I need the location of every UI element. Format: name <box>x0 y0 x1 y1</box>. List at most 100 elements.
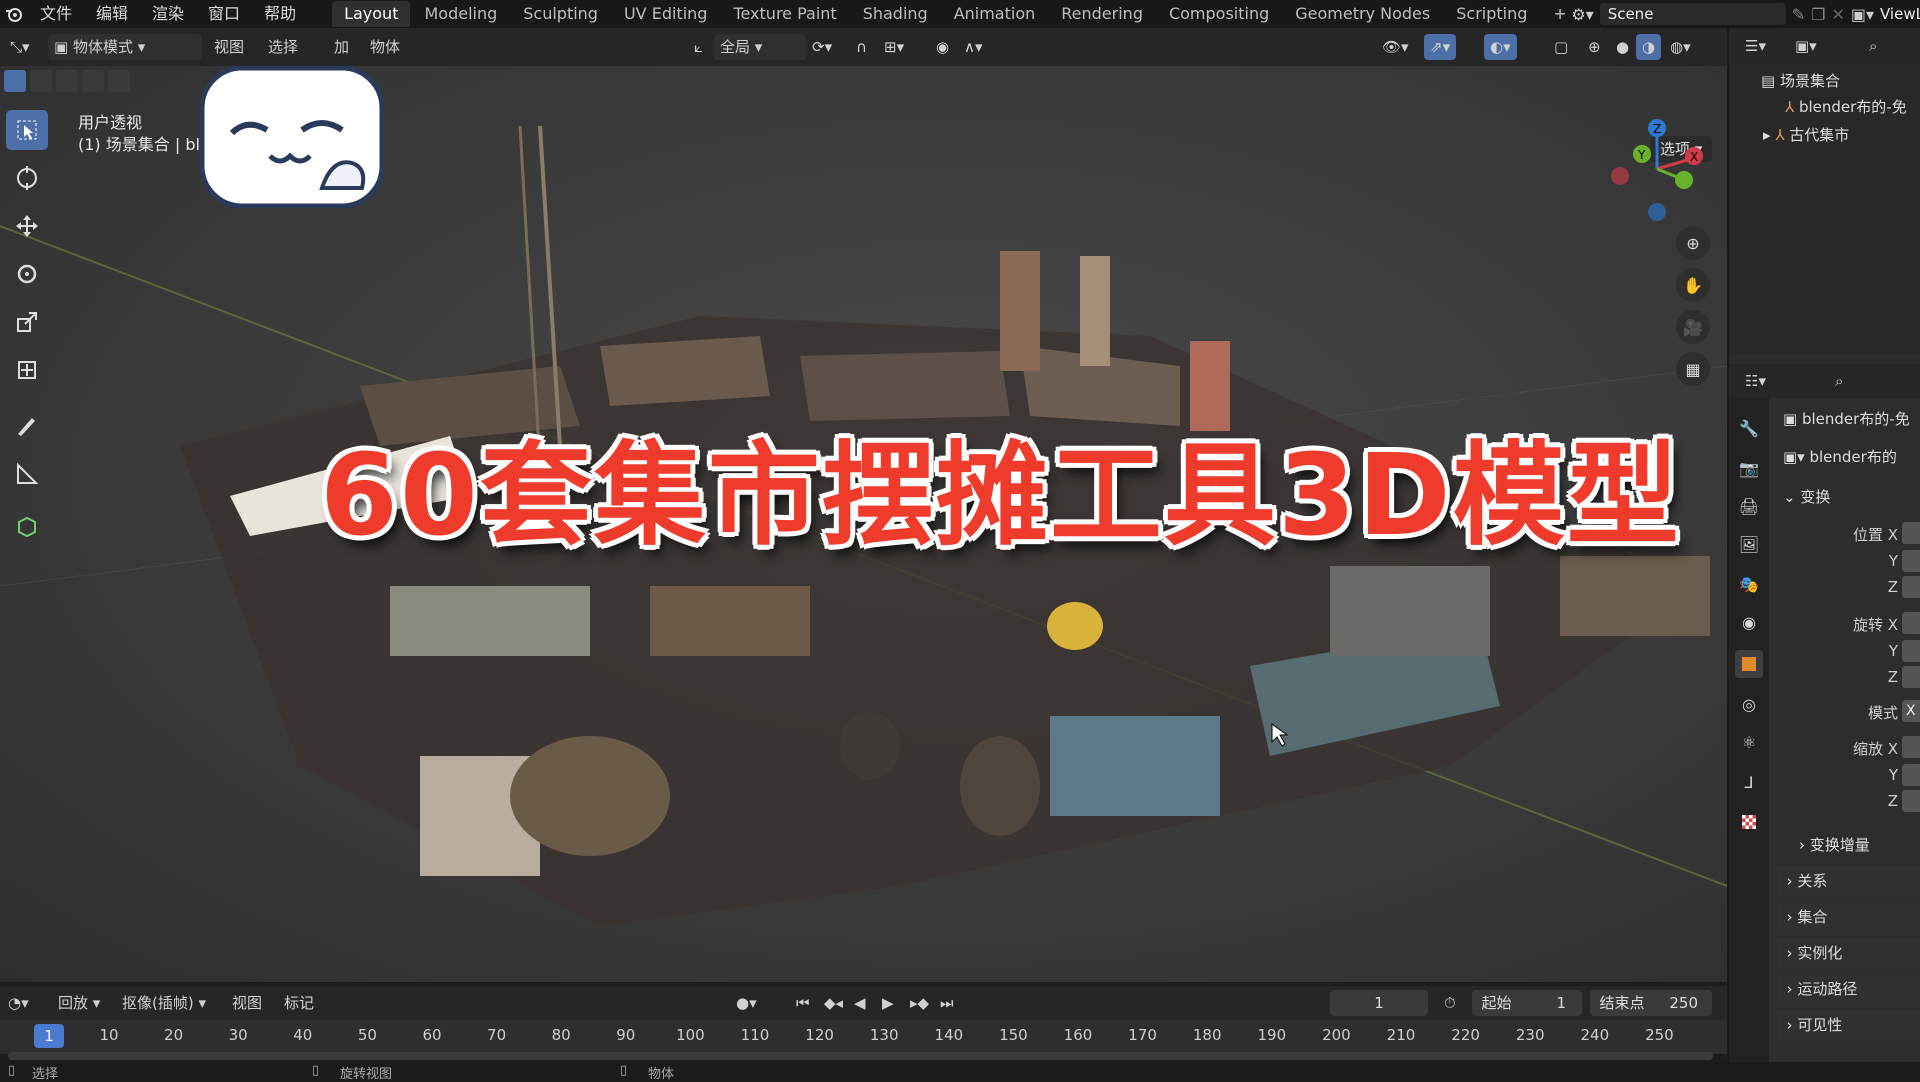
rotation-z-field[interactable] <box>1902 666 1920 688</box>
blender-logo-icon[interactable] <box>0 0 28 28</box>
proportional-edit-icon[interactable]: ◉ <box>930 34 955 60</box>
marker-menu[interactable]: 标记 <box>278 990 320 1016</box>
move-icon[interactable] <box>6 206 48 246</box>
relations-panel[interactable]: › 关系 <box>1777 866 1920 896</box>
pivot-icon[interactable]: ⟳▾ <box>806 34 838 60</box>
keying-menu[interactable]: 抠像(插帧) ▾ <box>116 990 212 1016</box>
expand-arrow-icon[interactable]: ▸ <box>1763 126 1771 144</box>
tab-shading[interactable]: Shading <box>851 1 940 27</box>
snap-target-icon[interactable]: ⊞▾ <box>878 34 910 60</box>
menu-select[interactable]: 选择 <box>262 34 304 60</box>
menu-object[interactable]: 物体 <box>364 34 406 60</box>
scale-icon[interactable] <box>6 302 48 342</box>
select-new-icon[interactable] <box>4 70 26 92</box>
editor-type-icon[interactable]: ⤡▾ <box>4 34 36 60</box>
next-keyframe-icon[interactable]: ▸◆ <box>904 990 935 1016</box>
navigation-gizmo[interactable]: Z X Y <box>1602 114 1712 224</box>
scale-y-field[interactable] <box>1902 764 1920 786</box>
timeline-ruler[interactable]: 1 10 20 30 40 50 60 70 80 90 100 110 120 130 140 150 16… <box>0 1020 1727 1054</box>
visibility-icon[interactable]: 👁▾ <box>1376 34 1415 60</box>
new-scene-icon[interactable]: ❐ <box>1811 5 1825 24</box>
visibility-panel[interactable]: › 可见性 <box>1777 1010 1920 1040</box>
data-name-row[interactable]: ▣▾ blender布的 <box>1783 444 1920 470</box>
tab-rendering[interactable]: Rendering <box>1049 1 1155 27</box>
tab-layout[interactable]: Layout <box>332 1 411 27</box>
location-y-field[interactable] <box>1902 550 1920 572</box>
stopwatch-icon[interactable]: ⏱ <box>1438 990 1462 1016</box>
tab-geometry-nodes[interactable]: Geometry Nodes <box>1283 1 1442 27</box>
overlay-icon[interactable]: ◐▾ <box>1484 34 1517 60</box>
rotation-y-field[interactable] <box>1902 640 1920 662</box>
rotation-mode-select[interactable]: X <box>1902 700 1920 722</box>
menu-file[interactable]: 文件 <box>28 0 84 28</box>
outliner-search-icon[interactable]: ⌕ <box>1863 33 1883 59</box>
view-layer-tab-icon[interactable]: 🖼 <box>1735 530 1763 558</box>
instancing-panel[interactable]: › 实例化 <box>1777 938 1920 968</box>
scale-z-field[interactable] <box>1902 790 1920 812</box>
rotation-x-field[interactable] <box>1902 612 1920 634</box>
view-layer-icon[interactable]: ▣▾ <box>1851 5 1874 24</box>
object-name-row[interactable]: ▣ blender布的-免 <box>1783 406 1920 432</box>
annotate-icon[interactable] <box>6 406 48 446</box>
prev-keyframe-icon[interactable]: ◆◂ <box>818 990 849 1016</box>
pin-icon[interactable]: ✎ <box>1792 5 1805 24</box>
select-subtract-icon[interactable] <box>56 70 78 92</box>
transform-icon[interactable] <box>6 350 48 390</box>
tab-modeling[interactable]: Modeling <box>412 1 509 27</box>
add-cube-icon[interactable] <box>6 506 48 546</box>
outliner-editor-icon[interactable]: ☰▾ <box>1739 33 1772 59</box>
texture-tab-icon[interactable] <box>1735 808 1763 836</box>
outliner-item-1[interactable]: ⅄ blender布的-免 <box>1785 94 1920 120</box>
tab-animation[interactable]: Animation <box>942 1 1048 27</box>
menu-edit[interactable]: 编辑 <box>84 0 140 28</box>
properties-search-icon[interactable]: ⌕ <box>1829 368 1849 394</box>
location-z-field[interactable] <box>1902 576 1920 598</box>
play-icon[interactable]: ▶ <box>876 990 900 1016</box>
scene-tab-icon[interactable]: 🎭 <box>1735 570 1763 598</box>
transform-orientation-selector[interactable]: 全局 ▾ <box>714 34 806 60</box>
object-tab-icon[interactable] <box>1735 650 1763 678</box>
delta-transform-subpanel[interactable]: › 变换增量 <box>1799 832 1920 858</box>
tool-tab-icon[interactable]: 🔧 <box>1735 414 1763 442</box>
end-frame-field[interactable]: 结束点 250 <box>1590 990 1712 1016</box>
scale-x-field[interactable] <box>1902 736 1920 758</box>
orientation-icon[interactable]: ⟀ <box>688 34 709 60</box>
menu-window[interactable]: 窗口 <box>196 0 252 28</box>
timeline-editor-icon[interactable]: ◔▾ <box>2 990 35 1016</box>
output-tab-icon[interactable]: 🖨 <box>1735 492 1763 520</box>
zoom-icon[interactable]: ⊕ <box>1676 226 1710 260</box>
timeline-view-menu[interactable]: 视图 <box>226 990 268 1016</box>
playback-menu[interactable]: 回放 ▾ <box>52 990 106 1016</box>
camera-icon[interactable]: 🎥 <box>1676 310 1710 344</box>
menu-add[interactable]: 加 <box>328 34 355 60</box>
render-tab-icon[interactable]: 📷 <box>1735 454 1763 482</box>
tab-scripting[interactable]: Scripting <box>1444 1 1539 27</box>
menu-view[interactable]: 视图 <box>208 34 250 60</box>
select-extend-icon[interactable] <box>30 70 52 92</box>
pan-hand-icon[interactable]: ✋ <box>1676 268 1710 302</box>
scene-icon[interactable]: ⚙▾ <box>1571 5 1593 24</box>
jump-start-icon[interactable]: ⏮ <box>790 990 816 1016</box>
menu-render[interactable]: 渲染 <box>140 0 196 28</box>
snap-icon[interactable]: ∩ <box>850 34 873 60</box>
tab-uv-editing[interactable]: UV Editing <box>612 1 719 27</box>
select-invert-icon[interactable] <box>82 70 104 92</box>
gizmo-icon[interactable]: ⇗▾ <box>1424 34 1457 60</box>
cursor-icon[interactable] <box>6 158 48 198</box>
collections-panel[interactable]: › 集合 <box>1777 902 1920 932</box>
measure-icon[interactable] <box>6 454 48 494</box>
xray-icon[interactable]: ▢ <box>1548 34 1574 60</box>
display-mode-icon[interactable]: ▣▾ <box>1789 33 1823 59</box>
shading-wireframe-icon[interactable]: ⊕ <box>1582 34 1607 60</box>
outliner-root[interactable]: ▤ 场景集合 <box>1761 68 1920 94</box>
constraints-tab-icon[interactable]: ⅃ <box>1735 768 1763 796</box>
play-reverse-icon[interactable]: ◀ <box>848 990 872 1016</box>
menu-help[interactable]: 帮助 <box>252 0 308 28</box>
mode-selector[interactable]: ▣ 物体模式 ▾ <box>48 34 202 60</box>
modifier-tab-icon[interactable]: ◎ <box>1735 690 1763 718</box>
tab-texture-paint[interactable]: Texture Paint <box>721 1 848 27</box>
playhead[interactable]: 1 <box>34 1024 64 1048</box>
falloff-icon[interactable]: ∧▾ <box>958 34 989 60</box>
properties-editor-icon[interactable]: ☷▾ <box>1739 368 1772 394</box>
outliner-item-2[interactable]: ▸ ⅄ 古代集市 <box>1763 122 1920 148</box>
